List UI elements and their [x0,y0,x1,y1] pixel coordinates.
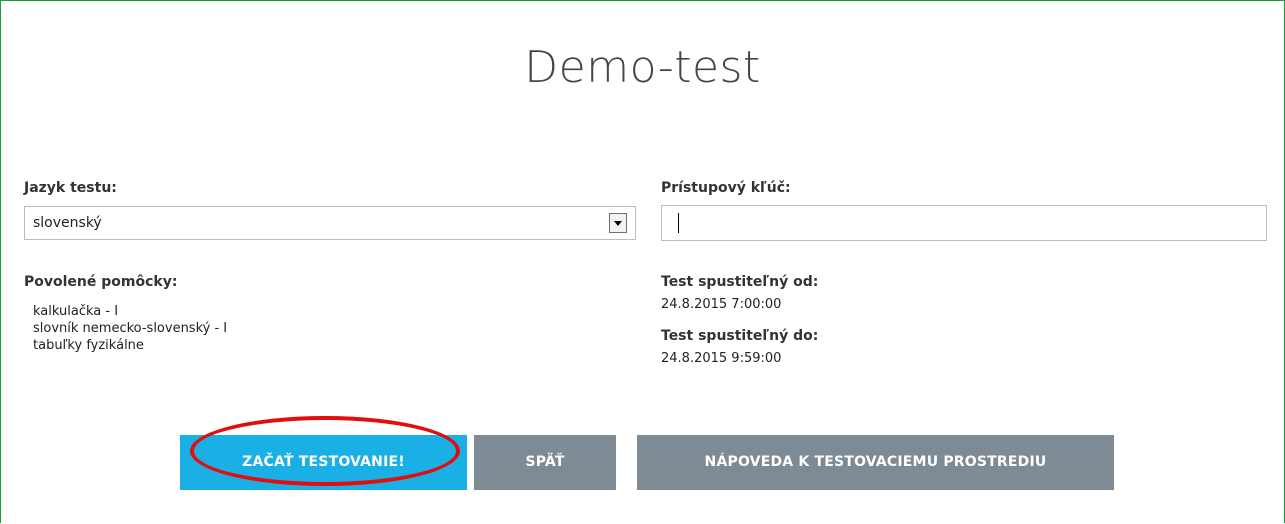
access-key-input[interactable] [661,205,1267,241]
language-select[interactable]: slovenský [24,206,636,240]
available-to-label: Test spustiteľný do: [661,328,819,344]
start-test-button[interactable]: ZAČAŤ TESTOVANIE! [180,435,467,490]
language-selected-value: slovenský [33,215,102,231]
aid-item: tabuľky fyzikálne [33,338,144,353]
text-caret [678,213,679,233]
dropdown-arrow-icon[interactable] [609,213,627,233]
aid-item: slovník nemecko-slovenský - I [33,321,228,336]
page-title: Demo-test [524,42,761,93]
access-key-label: Prístupový kľúč: [661,180,791,196]
language-label: Jazyk testu: [24,180,117,196]
allowed-aids-list: kalkulačka - I slovník nemecko-slovenský… [33,303,227,354]
allowed-aids-label: Povolené pomôcky: [24,274,178,290]
available-from-label: Test spustiteľný od: [661,274,819,290]
available-to-value: 24.8.2015 9:59:00 [661,351,782,366]
back-button[interactable]: SPÄŤ [474,435,616,490]
aid-item: kalkulačka - I [33,304,119,319]
help-button[interactable]: NÁPOVEDA K TESTOVACIEMU PROSTREDIU [637,435,1114,490]
available-from-value: 24.8.2015 7:00:00 [661,297,782,312]
